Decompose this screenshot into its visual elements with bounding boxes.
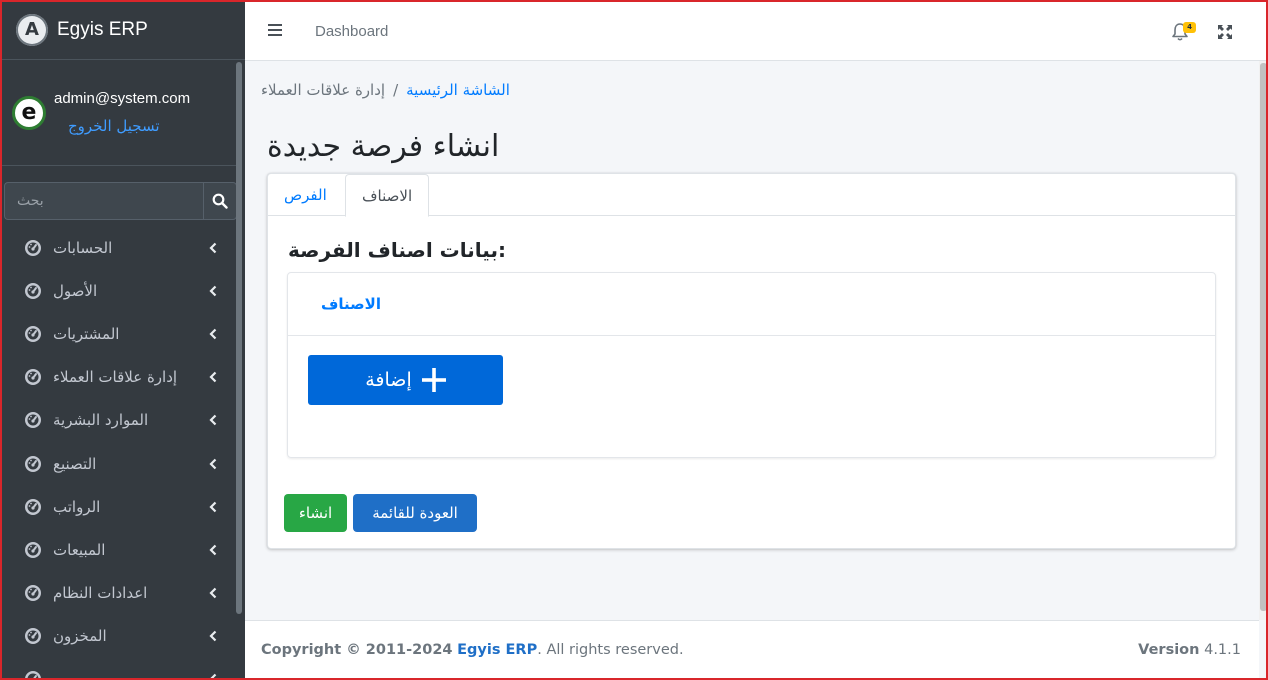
sidebar-item-partial[interactable]	[0, 658, 236, 680]
categories-panel-header: الاصناف	[288, 273, 1215, 336]
tab-categories[interactable]: الاصناف	[345, 174, 430, 217]
brand-name: Egyis ERP	[57, 18, 148, 40]
top-navbar: Dashboard 4	[245, 0, 1268, 61]
chevron-left-icon	[209, 544, 217, 556]
sidebar-item-label: الأصول	[53, 281, 98, 300]
notification-badge: 4	[1183, 22, 1196, 33]
create-button[interactable]: انشاء	[284, 494, 347, 532]
sidebar-item-assets[interactable]: الأصول	[0, 269, 236, 312]
tachometer-icon	[25, 239, 41, 256]
chevron-left-icon	[209, 415, 217, 426]
sidebar-item-label: التصنيع	[53, 454, 97, 473]
breadcrumb-separator: /	[393, 81, 399, 99]
sidebar-item-label: المخزون	[53, 627, 107, 646]
content-wrapper: الشاشة الرئيسية / إدارة علاقات العملاء ا…	[245, 61, 1259, 620]
chevron-left-icon	[209, 674, 217, 680]
tab-opportunities[interactable]: الفرص	[268, 174, 343, 216]
sidebar-item-accounts[interactable]: الحسابات	[0, 226, 236, 269]
tachometer-icon	[25, 412, 41, 429]
sidebar: A Egyis ERP e admin@system.com تسجيل الخ…	[0, 0, 245, 680]
sidebar-item-label: المبيعات	[53, 540, 106, 559]
brand-link[interactable]: A Egyis ERP	[0, 0, 245, 60]
categories-tab[interactable]: الاصناف	[321, 295, 381, 313]
dashboard-link[interactable]: Dashboard	[315, 23, 388, 40]
breadcrumb: الشاشة الرئيسية / إدارة علاقات العملاء	[261, 81, 510, 99]
plus-icon	[421, 368, 446, 392]
search-button[interactable]	[203, 182, 237, 220]
sidebar-item-inventory[interactable]: المخزون	[0, 615, 236, 658]
section-title: بيانات اصناف الفرصة:	[288, 238, 506, 262]
tachometer-icon	[25, 628, 41, 645]
chevron-left-icon	[209, 242, 217, 253]
sidebar-item-label: الموارد البشرية	[53, 411, 149, 430]
tachometer-icon	[25, 585, 41, 602]
add-button-label: إضافة	[365, 369, 412, 391]
sidebar-item-sales[interactable]: المبيعات	[0, 528, 236, 571]
chevron-left-icon	[209, 501, 217, 512]
sidebar-item-hr[interactable]: الموارد البشرية	[0, 399, 236, 442]
sidebar-item-label: الرواتب	[53, 497, 101, 516]
sidebar-item-label: المشتريات	[53, 324, 120, 343]
hamburger-menu-icon[interactable]	[268, 23, 284, 37]
footer-version: Version 4.1.1	[1138, 642, 1241, 658]
sidebar-item-label: إدارة علاقات العملاء	[53, 368, 178, 387]
tachometer-icon	[25, 455, 41, 472]
chevron-left-icon	[209, 328, 217, 340]
sidebar-item-crm[interactable]: إدارة علاقات العملاء	[0, 356, 236, 399]
chevron-left-icon	[209, 371, 217, 383]
chevron-left-icon	[209, 631, 217, 642]
chevron-left-icon	[209, 587, 217, 599]
tachometer-icon	[25, 498, 41, 515]
sidebar-item-payroll[interactable]: الرواتب	[0, 485, 236, 528]
logout-link[interactable]: تسجيل الخروج	[68, 117, 190, 135]
breadcrumb-home[interactable]: الشاشة الرئيسية	[406, 81, 510, 99]
sidebar-item-system-settings[interactable]: اعدادات النظام	[0, 572, 236, 615]
footer-brand-link[interactable]: Egyis ERP	[457, 642, 537, 658]
search-input[interactable]	[4, 182, 203, 220]
form-card: الفرص الاصناف بيانات اصناف الفرصة: الاصن…	[267, 173, 1236, 549]
sidebar-item-label: اعدادات النظام	[53, 584, 148, 603]
user-panel: e admin@system.com تسجيل الخروج	[0, 60, 237, 166]
sidebar-item-purchases[interactable]: المشتريات	[0, 312, 236, 355]
tachometer-icon	[25, 325, 41, 342]
chevron-left-icon	[209, 285, 217, 297]
version-number: 4.1.1	[1204, 642, 1241, 658]
fullscreen-icon[interactable]	[1218, 25, 1232, 39]
add-button[interactable]: إضافة	[308, 355, 503, 405]
footer-copyright: Copyright © 2011-2024 Egyis ERP. All rig…	[261, 642, 684, 658]
sidebar-search	[4, 182, 237, 220]
tachometer-icon	[25, 282, 41, 299]
tabs: الفرص الاصناف	[268, 174, 1235, 217]
rights-text: . All rights reserved.	[537, 642, 684, 658]
search-icon	[212, 193, 228, 209]
sidebar-item-label: الحسابات	[53, 238, 113, 257]
breadcrumb-current: إدارة علاقات العملاء	[261, 81, 386, 99]
tachometer-icon	[25, 671, 41, 680]
brand-logo: A	[16, 13, 48, 46]
user-email[interactable]: admin@system.com	[54, 90, 190, 107]
categories-panel: الاصناف إضافة	[287, 272, 1216, 458]
version-label: Version	[1138, 642, 1200, 658]
back-to-list-button[interactable]: العودة للقائمة	[353, 494, 477, 532]
sidebar-scrollbar[interactable]	[236, 62, 242, 614]
content-scrollbar[interactable]	[1260, 63, 1267, 611]
avatar: e	[12, 95, 46, 130]
tachometer-icon	[25, 541, 41, 558]
copyright-text: Copyright © 2011-2024	[261, 642, 453, 658]
sidebar-nav: الحسابات الأصول المشتريات إدارة علاقات ا…	[0, 226, 236, 680]
page-title: انشاء فرصة جديدة	[267, 129, 500, 164]
tachometer-icon	[25, 369, 41, 386]
footer: Copyright © 2011-2024 Egyis ERP. All rig…	[245, 620, 1259, 680]
sidebar-item-manufacturing[interactable]: التصنيع	[0, 442, 236, 485]
chevron-left-icon	[209, 458, 217, 469]
